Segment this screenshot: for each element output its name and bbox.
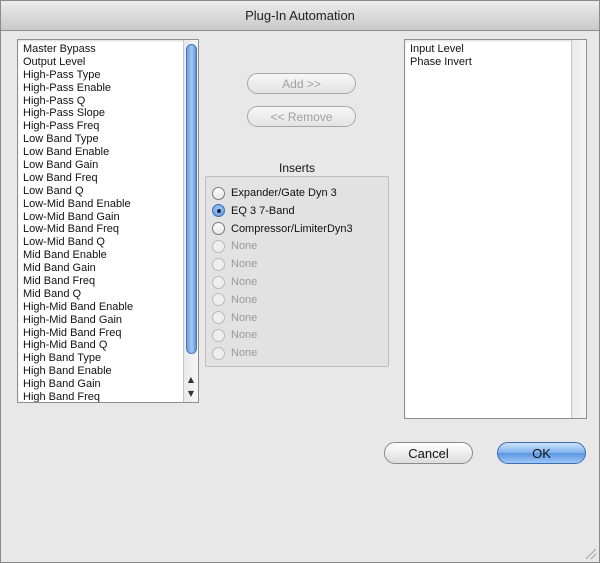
- list-item[interactable]: High Band Type: [23, 352, 198, 365]
- insert-option[interactable]: EQ 3 7-Band: [212, 203, 295, 219]
- insert-option-label: Expander/Gate Dyn 3: [231, 187, 337, 199]
- insert-option[interactable]: Compressor/LimiterDyn3: [212, 221, 353, 237]
- insert-option: None: [212, 327, 257, 343]
- insert-option-label: None: [231, 258, 258, 271]
- insert-option-label: None: [231, 329, 258, 342]
- insert-option: None: [212, 256, 257, 272]
- list-item[interactable]: High Band Gain: [23, 378, 198, 391]
- insert-option[interactable]: Expander/Gate Dyn 3: [212, 185, 337, 201]
- available-parameters-items: Master Bypass Output Level High-Pass Type H…: [18, 40, 198, 402]
- title-bar[interactable]: Plug-In Automation: [1, 1, 599, 31]
- list-item[interactable]: High-Pass Freq: [23, 120, 198, 133]
- add-button[interactable]: Add >>: [247, 73, 356, 94]
- radio-icon: [212, 293, 225, 307]
- list-item[interactable]: Low Band Enable: [23, 146, 198, 159]
- insert-option: None: [212, 274, 257, 290]
- available-list-scrollbar[interactable]: ▲ ▼: [183, 40, 198, 402]
- remove-button[interactable]: << Remove: [247, 106, 356, 127]
- list-item[interactable]: Low-Mid Band Enable: [23, 198, 198, 211]
- list-item[interactable]: High-Pass Slope: [23, 107, 198, 120]
- list-item[interactable]: Mid Band Q: [23, 288, 198, 301]
- list-item[interactable]: Low-Mid Band Gain: [23, 211, 198, 224]
- automated-parameters-list[interactable]: Input Level Phase Invert: [404, 39, 587, 419]
- list-item[interactable]: Low-Mid Band Q: [23, 236, 198, 249]
- list-item[interactable]: Mid Band Enable: [23, 249, 198, 262]
- available-parameters-list[interactable]: Master Bypass Output Level High-Pass Type H…: [17, 39, 199, 403]
- ok-button[interactable]: OK: [497, 442, 586, 464]
- list-item[interactable]: Mid Band Freq: [23, 275, 198, 288]
- radio-icon: [212, 311, 225, 325]
- plugin-automation-dialog: Plug-In Automation Master Bypass Output L…: [0, 0, 600, 563]
- inserts-radio-group: Expander/Gate Dyn 3 EQ 3 7-Band Compressor…: [205, 176, 389, 367]
- list-item[interactable]: Input Level: [410, 43, 586, 56]
- list-item[interactable]: High-Pass Type: [23, 69, 198, 82]
- radio-icon: [212, 257, 225, 271]
- list-item[interactable]: Master Bypass: [23, 43, 198, 56]
- list-item[interactable]: Low Band Type: [23, 133, 198, 146]
- insert-option-label: None: [231, 276, 258, 288]
- radio-icon[interactable]: [212, 186, 225, 200]
- cancel-button[interactable]: Cancel: [384, 442, 473, 464]
- insert-option-label: None: [231, 240, 258, 253]
- radio-icon: [212, 239, 225, 253]
- radio-icon: [212, 275, 225, 289]
- resize-grip-icon[interactable]: [586, 549, 596, 559]
- list-item[interactable]: High-Pass Q: [23, 95, 198, 108]
- insert-option-label: None: [231, 347, 258, 360]
- insert-option: None: [212, 345, 257, 361]
- radio-icon: [212, 346, 225, 360]
- list-item[interactable]: High-Pass Enable: [23, 82, 198, 95]
- insert-option-label: EQ 3 7-Band: [231, 204, 295, 217]
- scroll-up-arrow-icon[interactable]: ▲: [184, 374, 198, 386]
- list-item[interactable]: Output Level: [23, 56, 198, 69]
- insert-option-label: None: [231, 293, 258, 306]
- automated-parameters-items: Input Level Phase Invert: [405, 40, 586, 69]
- list-item[interactable]: High Band Freq: [23, 391, 198, 402]
- insert-option-label: None: [231, 311, 258, 324]
- window-title: Plug-In Automation: [245, 8, 355, 23]
- list-item[interactable]: High-Mid Band Enable: [23, 301, 198, 314]
- automated-list-scrollbar[interactable]: [571, 40, 586, 418]
- list-item[interactable]: Mid Band Gain: [23, 262, 198, 275]
- inserts-label: Inserts: [278, 161, 315, 175]
- list-item[interactable]: Phase Invert: [410, 56, 586, 69]
- list-item[interactable]: Low Band Q: [23, 185, 198, 198]
- list-item[interactable]: Low Band Freq: [23, 172, 198, 185]
- insert-option-label: Compressor/LimiterDyn3: [231, 222, 353, 235]
- radio-icon: [212, 328, 225, 342]
- scroll-down-arrow-icon[interactable]: ▼: [184, 388, 198, 400]
- insert-option: None: [212, 292, 257, 308]
- list-item[interactable]: Low Band Gain: [23, 159, 198, 172]
- radio-selected-icon[interactable]: [212, 204, 225, 218]
- radio-icon[interactable]: [212, 222, 225, 236]
- list-item[interactable]: High-Mid Band Q: [23, 339, 198, 352]
- insert-option: None: [212, 238, 257, 254]
- list-item[interactable]: High Band Enable: [23, 365, 198, 378]
- list-item[interactable]: High-Mid Band Freq: [23, 327, 198, 340]
- insert-option: None: [212, 310, 257, 326]
- scrollbar-thumb[interactable]: [186, 44, 197, 354]
- list-item[interactable]: Low-Mid Band Freq: [23, 223, 198, 236]
- list-item[interactable]: High-Mid Band Gain: [23, 314, 198, 327]
